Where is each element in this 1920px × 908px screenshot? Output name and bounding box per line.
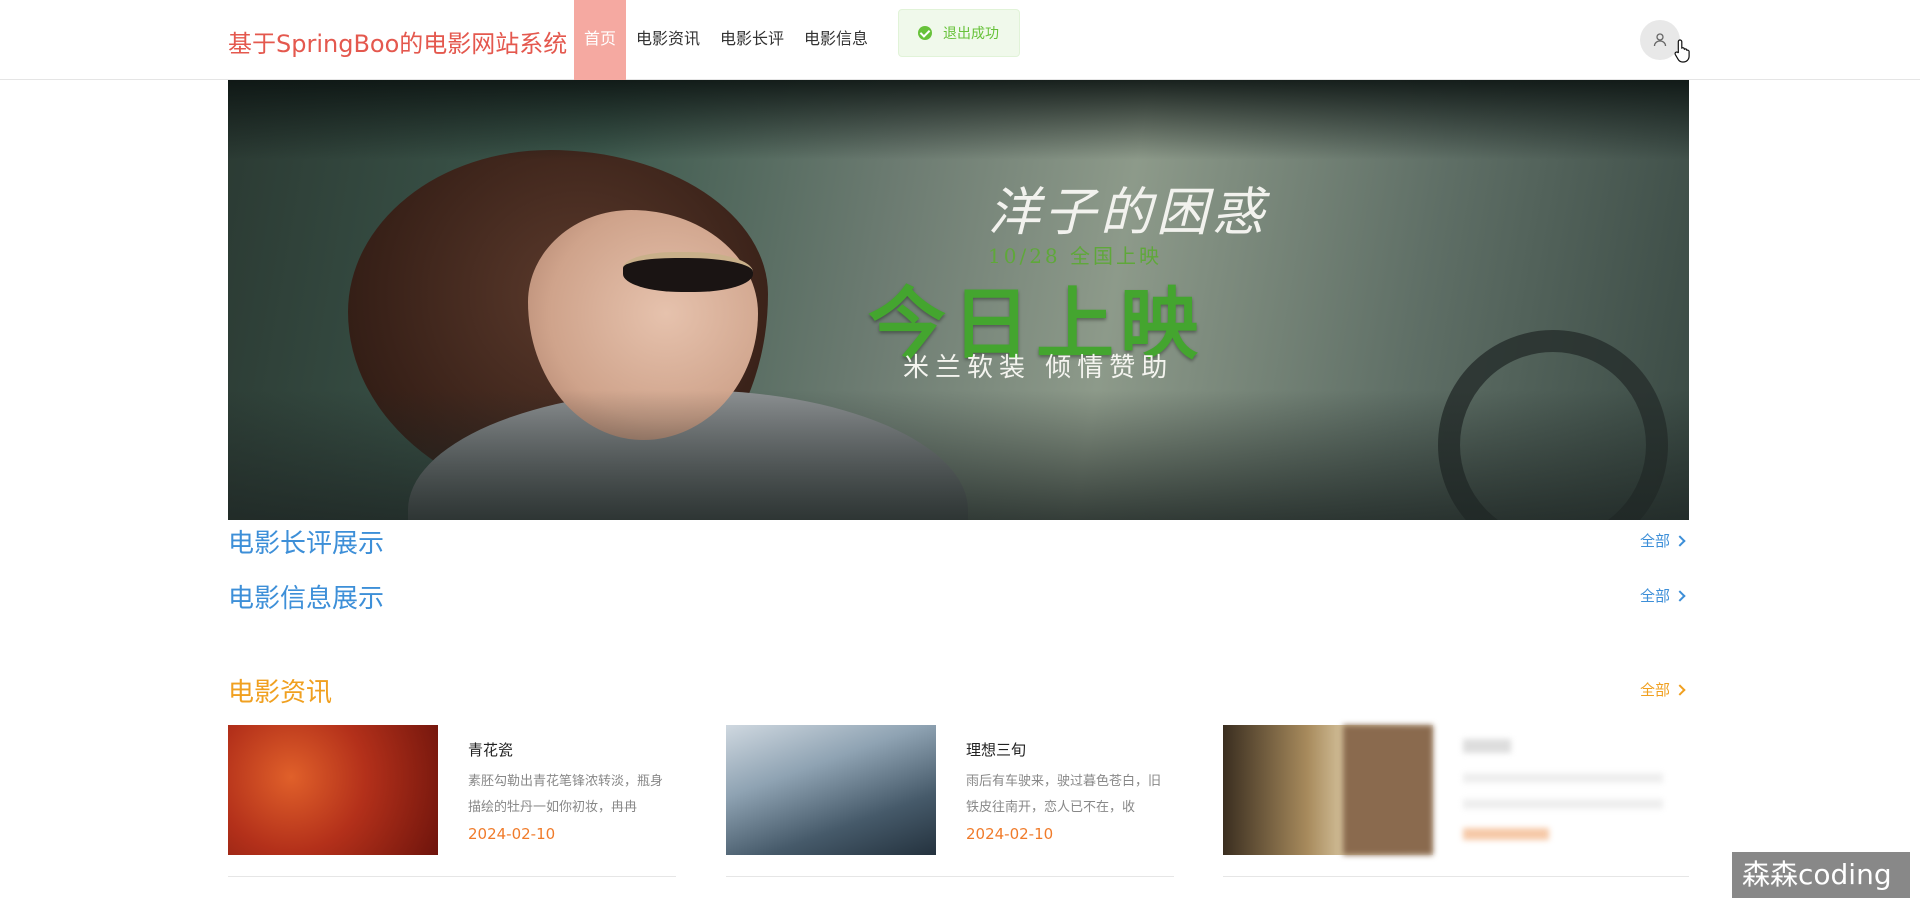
banner-sunglasses — [623, 252, 753, 292]
section-title-news: 电影资讯 — [228, 678, 333, 708]
news-date: 2024-02-10 — [468, 825, 556, 843]
news-summary: 雨后有车驶来，驶过暮色苍白，旧铁皮往南开，恋人已不在，收 — [966, 774, 1162, 815]
chevron-right-icon — [1674, 535, 1686, 547]
section-title-movies: 电影信息展示 — [228, 584, 385, 614]
news-card[interactable]: 青花瓷 素胚勾勒出青花笔锋浓转淡，瓶身描绘的牡丹一如你初妆，冉冉 2024-02… — [228, 725, 676, 877]
nav-item-movies[interactable]: 电影信息 — [794, 0, 878, 80]
user-icon — [1653, 33, 1667, 47]
logout-success-toast: 退出成功 — [898, 9, 1020, 57]
news-card[interactable] — [1223, 725, 1689, 877]
news-title[interactable]: 青花瓷 — [468, 739, 513, 760]
more-label: 全部 — [1640, 532, 1671, 550]
news-more-link[interactable]: 全部 — [1640, 679, 1686, 700]
nav-item-reviews[interactable]: 电影长评 — [710, 0, 794, 80]
news-title[interactable]: 理想三旬 — [966, 739, 1026, 760]
poster-sponsor: 米兰软装 倾情赞助 — [903, 353, 1174, 383]
news-date: 2024-02-10 — [966, 825, 1054, 843]
hero-banner[interactable]: 洋子的困惑 10/28 全国上映 今日上映 米兰软装 倾情赞助 — [228, 80, 1689, 520]
nav-item-news[interactable]: 电影资讯 — [626, 0, 710, 80]
section-title-reviews: 电影长评展示 — [228, 529, 385, 559]
nav-item-home[interactable]: 首页 — [574, 0, 626, 80]
more-label: 全部 — [1640, 587, 1671, 605]
watermark: 森森coding — [1732, 852, 1910, 898]
news-card[interactable]: 理想三旬 雨后有车驶来，驶过暮色苍白，旧铁皮往南开，恋人已不在，收 2024-0… — [726, 725, 1174, 877]
chevron-right-icon — [1674, 684, 1686, 696]
news-thumbnail[interactable] — [228, 725, 438, 855]
main-nav: 首页 电影资讯 电影长评 电影信息 — [574, 0, 878, 80]
site-brand[interactable]: 基于SpringBoo的电影网站系统 — [228, 24, 567, 59]
toast-message: 退出成功 — [943, 26, 999, 42]
poster-title: 洋子的困惑 — [988, 183, 1269, 243]
more-label: 全部 — [1640, 681, 1671, 699]
news-summary: 素胚勾勒出青花笔锋浓转淡，瓶身描绘的牡丹一如你初妆，冉冉 — [468, 774, 664, 815]
hand-cursor-icon — [1674, 39, 1690, 63]
reviews-more-link[interactable]: 全部 — [1640, 530, 1686, 551]
top-navbar: 基于SpringBoo的电影网站系统 首页 电影资讯 电影长评 电影信息 退出成… — [0, 0, 1920, 80]
news-thumbnail[interactable] — [726, 725, 936, 855]
chevron-right-icon — [1674, 590, 1686, 602]
movies-more-link[interactable]: 全部 — [1640, 585, 1686, 606]
success-check-icon — [918, 26, 932, 40]
